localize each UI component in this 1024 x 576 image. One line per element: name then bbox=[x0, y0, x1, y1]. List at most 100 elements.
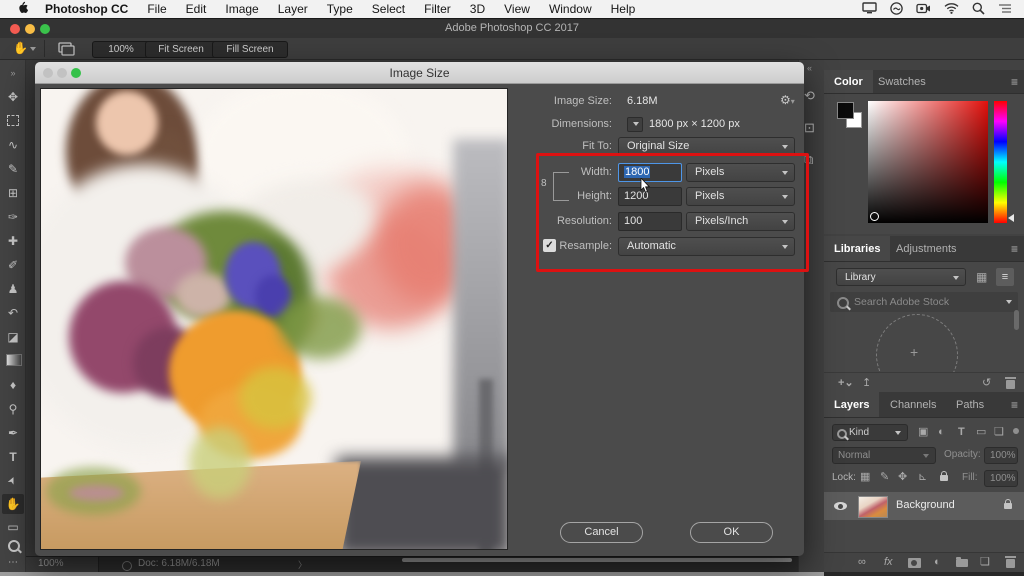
wifi-icon[interactable] bbox=[944, 3, 959, 17]
lock-all-icon[interactable] bbox=[940, 475, 948, 481]
tool-preset-chevron-icon[interactable] bbox=[30, 47, 36, 51]
layer-style-fx-icon[interactable]: fx bbox=[884, 555, 893, 569]
ok-button[interactable]: OK bbox=[690, 522, 773, 543]
color-panel-menu-icon[interactable]: ≡ bbox=[1011, 75, 1018, 89]
height-unit-dropdown[interactable]: Pixels bbox=[686, 187, 795, 206]
collapse-tools-icon[interactable]: » bbox=[0, 64, 26, 82]
menu-item-window[interactable]: Window bbox=[549, 2, 592, 16]
spotlight-search-icon[interactable] bbox=[972, 2, 985, 18]
width-unit-dropdown[interactable]: Pixels bbox=[686, 163, 795, 182]
crop-tool-icon[interactable]: ⊞ bbox=[0, 184, 26, 202]
path-selection-tool-icon[interactable]: ➤ bbox=[0, 465, 27, 496]
menu-item-type[interactable]: Type bbox=[327, 2, 353, 16]
quick-selection-tool-icon[interactable]: ✎ bbox=[0, 160, 26, 178]
filter-adjustment-layers-icon[interactable]: ◐ bbox=[938, 425, 945, 439]
new-adjustment-layer-icon[interactable]: ◐ bbox=[934, 555, 941, 569]
navigator-panel-icon[interactable]: ⧉ bbox=[804, 152, 813, 168]
filter-image-layers-icon[interactable]: ▣ bbox=[918, 425, 928, 439]
cloud-sync-icon[interactable]: ↺ bbox=[982, 376, 991, 390]
library-dropdown[interactable]: Library bbox=[836, 268, 966, 286]
clone-stamp-tool-icon[interactable]: ♟ bbox=[0, 280, 26, 298]
marquee-tool-icon[interactable] bbox=[7, 115, 19, 126]
menu-item-file[interactable]: File bbox=[147, 2, 166, 16]
horizontal-scrollbar[interactable] bbox=[402, 558, 792, 562]
opacity-value[interactable]: 100% bbox=[984, 447, 1018, 464]
filter-type-layers-icon[interactable]: T bbox=[958, 425, 965, 439]
libraries-scrollbar[interactable] bbox=[1014, 310, 1019, 330]
new-layer-icon[interactable]: ❏ bbox=[980, 555, 990, 569]
color-field-picker[interactable] bbox=[870, 212, 879, 221]
layer-filter-kind-dropdown[interactable]: Kind bbox=[832, 424, 908, 441]
status-chevron-icon[interactable]: 〉 bbox=[298, 558, 307, 571]
list-view-icon[interactable]: ≡ bbox=[996, 268, 1014, 286]
menu-item-3d[interactable]: 3D bbox=[470, 2, 485, 16]
menu-item-image[interactable]: Image bbox=[225, 2, 258, 16]
blur-tool-icon[interactable]: ♦ bbox=[0, 376, 26, 394]
dimensions-chevron-button[interactable] bbox=[627, 117, 643, 132]
layer-thumbnail[interactable] bbox=[858, 496, 888, 518]
eyedropper-tool-icon[interactable]: ✑ bbox=[0, 208, 26, 226]
menu-item-view[interactable]: View bbox=[504, 2, 530, 16]
tab-paths[interactable]: Paths bbox=[946, 392, 994, 417]
lasso-tool-icon[interactable]: ∿ bbox=[0, 136, 26, 154]
panel-foreground-swatch[interactable] bbox=[837, 102, 854, 119]
rectangle-tool-icon[interactable]: ▭ bbox=[0, 518, 26, 536]
tab-libraries[interactable]: Libraries bbox=[824, 236, 890, 261]
apple-menu-icon[interactable] bbox=[18, 1, 29, 17]
history-brush-tool-icon[interactable]: ↶ bbox=[0, 304, 26, 322]
resolution-unit-dropdown[interactable]: Pixels/Inch bbox=[686, 212, 795, 231]
expand-panels-icon[interactable]: « bbox=[807, 63, 812, 73]
tab-color[interactable]: Color bbox=[824, 70, 873, 93]
gradient-tool-icon[interactable] bbox=[6, 354, 22, 366]
menu-item-edit[interactable]: Edit bbox=[186, 2, 207, 16]
screen-mode-icon[interactable] bbox=[58, 42, 75, 61]
color-field[interactable] bbox=[868, 101, 988, 223]
zoom-tool-icon[interactable] bbox=[8, 540, 20, 552]
resample-dropdown[interactable]: Automatic bbox=[618, 237, 795, 256]
grid-view-icon[interactable]: ▦ bbox=[976, 270, 987, 284]
layer-row-background[interactable]: Background bbox=[824, 492, 1024, 520]
layer-name[interactable]: Background bbox=[896, 499, 955, 511]
menu-item-help[interactable]: Help bbox=[611, 2, 636, 16]
menu-item-select[interactable]: Select bbox=[372, 2, 405, 16]
blend-mode-dropdown[interactable]: Normal bbox=[832, 447, 936, 464]
type-tool-icon[interactable]: T bbox=[0, 448, 26, 466]
filter-toggle-icon[interactable] bbox=[1013, 428, 1019, 434]
edit-toolbar-icon[interactable]: ⋯ bbox=[0, 554, 26, 572]
tab-layers[interactable]: Layers bbox=[824, 392, 879, 417]
cancel-button[interactable]: Cancel bbox=[560, 522, 643, 543]
resolution-input[interactable]: 100 bbox=[618, 212, 682, 231]
dodge-tool-icon[interactable]: ⚲ bbox=[0, 400, 26, 418]
healing-brush-tool-icon[interactable]: ✚ bbox=[0, 232, 26, 250]
hue-slider[interactable] bbox=[994, 101, 1007, 223]
lock-position-icon[interactable]: ✥ bbox=[898, 470, 907, 484]
lock-transparency-icon[interactable]: ▦ bbox=[860, 470, 870, 484]
menu-item-layer[interactable]: Layer bbox=[278, 2, 308, 16]
display-icon[interactable] bbox=[862, 2, 877, 17]
new-library-item-icon[interactable]: +⌄ bbox=[838, 376, 854, 390]
link-layers-icon[interactable]: ∞ bbox=[858, 555, 866, 569]
zoom-100-button[interactable]: 100% bbox=[92, 41, 150, 58]
notification-center-icon[interactable] bbox=[998, 3, 1012, 17]
upload-library-icon[interactable]: ↥ bbox=[862, 376, 871, 390]
camera-icon[interactable] bbox=[916, 3, 931, 17]
creative-cloud-icon[interactable] bbox=[890, 2, 903, 18]
filter-shape-layers-icon[interactable]: ▭ bbox=[976, 425, 986, 439]
lock-paint-icon[interactable]: ✎ bbox=[880, 470, 889, 484]
fill-screen-button[interactable]: Fill Screen bbox=[212, 41, 288, 58]
fit-to-dropdown[interactable]: Original Size bbox=[618, 137, 795, 156]
menu-item-filter[interactable]: Filter bbox=[424, 2, 451, 16]
tab-swatches[interactable]: Swatches bbox=[868, 70, 936, 93]
history-panel-icon[interactable]: ⟲ bbox=[804, 88, 815, 104]
eraser-tool-icon[interactable]: ◪ bbox=[0, 328, 26, 346]
fill-value[interactable]: 100% bbox=[984, 470, 1018, 487]
tab-channels[interactable]: Channels bbox=[880, 392, 946, 417]
fit-screen-button[interactable]: Fit Screen bbox=[145, 41, 217, 58]
gear-icon[interactable]: ⚙▾ bbox=[780, 93, 795, 107]
lock-artboard-icon[interactable]: ⊾ bbox=[918, 470, 927, 484]
tab-adjustments[interactable]: Adjustments bbox=[886, 236, 967, 261]
layer-visibility-eye-icon[interactable] bbox=[834, 502, 847, 510]
menu-item-photoshop-cc[interactable]: Photoshop CC bbox=[45, 2, 128, 16]
new-group-icon[interactable] bbox=[956, 559, 968, 567]
hue-slider-arrow[interactable] bbox=[1008, 214, 1014, 222]
